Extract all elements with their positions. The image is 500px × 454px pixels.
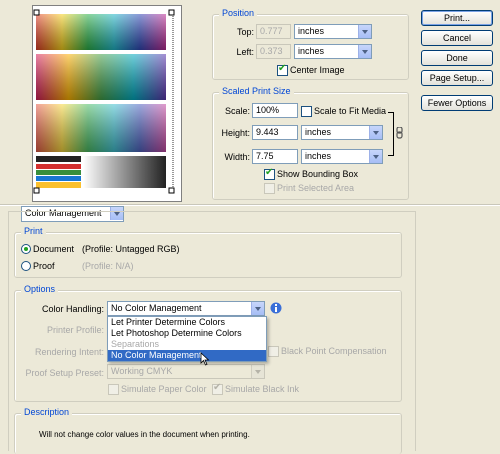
options-group-title: Options	[21, 284, 59, 294]
print-selected-area-label: Print Selected Area	[277, 183, 355, 193]
height-label: Height:	[221, 128, 250, 138]
proof-label: Proof	[33, 261, 55, 271]
show-bounding-box-checkbox[interactable]: ✔	[264, 167, 275, 180]
scaled-print-size-title: Scaled Print Size	[219, 86, 294, 96]
fewer-options-button[interactable]: Fewer Options	[421, 95, 493, 111]
top-field[interactable]: 0.777	[256, 24, 291, 39]
chevron-down-icon	[358, 45, 371, 58]
print-group-title: Print	[21, 226, 46, 236]
show-bounding-box-label: Show Bounding Box	[277, 169, 359, 179]
proof-setup-preset-value: Working CMYK	[111, 366, 173, 376]
info-icon[interactable]	[270, 302, 282, 314]
black-point-compensation-label: Black Point Compensation	[281, 346, 387, 356]
simulate-black-ink-label: Simulate Black Ink	[225, 384, 300, 394]
color-handling-value: No Color Management	[111, 303, 202, 313]
cursor-icon	[200, 352, 210, 366]
left-unit-value: inches	[298, 46, 325, 56]
radio-dot-icon	[24, 247, 28, 251]
checkmark-icon: ✔	[265, 167, 274, 178]
top-unit-select[interactable]: inches	[294, 24, 372, 39]
printer-profile-label: Printer Profile:	[46, 325, 104, 335]
scale-label: Scale:	[224, 106, 250, 116]
top-label: Top:	[236, 27, 254, 37]
width-unit-value: inches	[305, 151, 332, 161]
left-field[interactable]: 0.373	[256, 44, 291, 59]
simulate-paper-color-checkbox[interactable]	[108, 384, 119, 395]
menu-item-let-printer[interactable]: Let Printer Determine Colors	[108, 317, 266, 328]
menu-item-let-photoshop[interactable]: Let Photoshop Determine Colors	[108, 328, 266, 339]
proof-setup-preset-select[interactable]: Working CMYK	[107, 364, 265, 379]
document-label: Document	[33, 244, 75, 254]
description-title: Description	[21, 407, 73, 417]
proof-radio[interactable]	[21, 261, 31, 271]
page-setup-button[interactable]: Page Setup...	[421, 70, 493, 86]
chevron-down-icon	[251, 302, 264, 315]
color-chart-image	[33, 9, 175, 194]
width-unit-select[interactable]: inches	[301, 149, 383, 164]
checkmark-icon: ✔	[278, 63, 287, 74]
center-image-label: Center Image	[290, 65, 345, 75]
proof-profile: (Profile: N/A)	[82, 261, 134, 271]
chevron-down-icon	[358, 25, 371, 38]
print-group: Print	[14, 226, 402, 278]
print-preview	[32, 5, 182, 202]
width-label: Width:	[224, 152, 250, 162]
document-profile: (Profile: Untagged RGB)	[82, 244, 180, 254]
scale-to-fit-label: Scale to Fit Media	[314, 106, 387, 116]
color-handling-menu: Let Printer Determine Colors Let Photosh…	[107, 316, 267, 362]
height-field[interactable]: 9.443	[252, 125, 298, 140]
color-handling-select[interactable]: No Color Management	[107, 301, 265, 316]
width-field[interactable]: 7.75	[252, 149, 298, 164]
done-button[interactable]: Done	[421, 50, 493, 66]
print-selected-area-checkbox[interactable]	[264, 183, 275, 194]
simulate-paper-color-label: Simulate Paper Color	[121, 384, 207, 394]
print-button[interactable]: Print...	[421, 10, 493, 26]
chevron-down-icon	[251, 365, 264, 378]
top-unit-value: inches	[298, 26, 325, 36]
left-label: Left:	[236, 47, 254, 57]
proof-setup-preset-label: Proof Setup Preset:	[25, 368, 104, 378]
scale-to-fit-checkbox[interactable]	[301, 106, 312, 117]
chevron-down-icon	[369, 126, 382, 139]
cancel-button[interactable]: Cancel	[421, 30, 493, 46]
simulate-black-ink-checkbox[interactable]: ✔	[212, 382, 223, 395]
center-image-checkbox[interactable]: ✔	[277, 63, 288, 76]
menu-item-separations: Separations	[111, 339, 160, 349]
document-radio[interactable]	[21, 244, 31, 254]
black-point-compensation-checkbox[interactable]	[268, 346, 279, 357]
constrain-bracket	[388, 112, 394, 156]
height-unit-select[interactable]: inches	[301, 125, 383, 140]
menu-item-no-color-management[interactable]: No Color Management	[108, 350, 266, 361]
rendering-intent-label: Rendering Intent:	[34, 347, 104, 357]
position-group-title: Position	[219, 8, 258, 18]
link-icon[interactable]	[396, 127, 404, 139]
checkmark-icon: ✔	[213, 382, 222, 393]
height-unit-value: inches	[305, 127, 332, 137]
scale-field[interactable]: 100%	[252, 103, 298, 118]
color-handling-label: Color Handling:	[41, 304, 104, 314]
chevron-down-icon	[369, 150, 382, 163]
description-text: Will not change color values in the docu…	[39, 430, 250, 439]
left-unit-select[interactable]: inches	[294, 44, 372, 59]
